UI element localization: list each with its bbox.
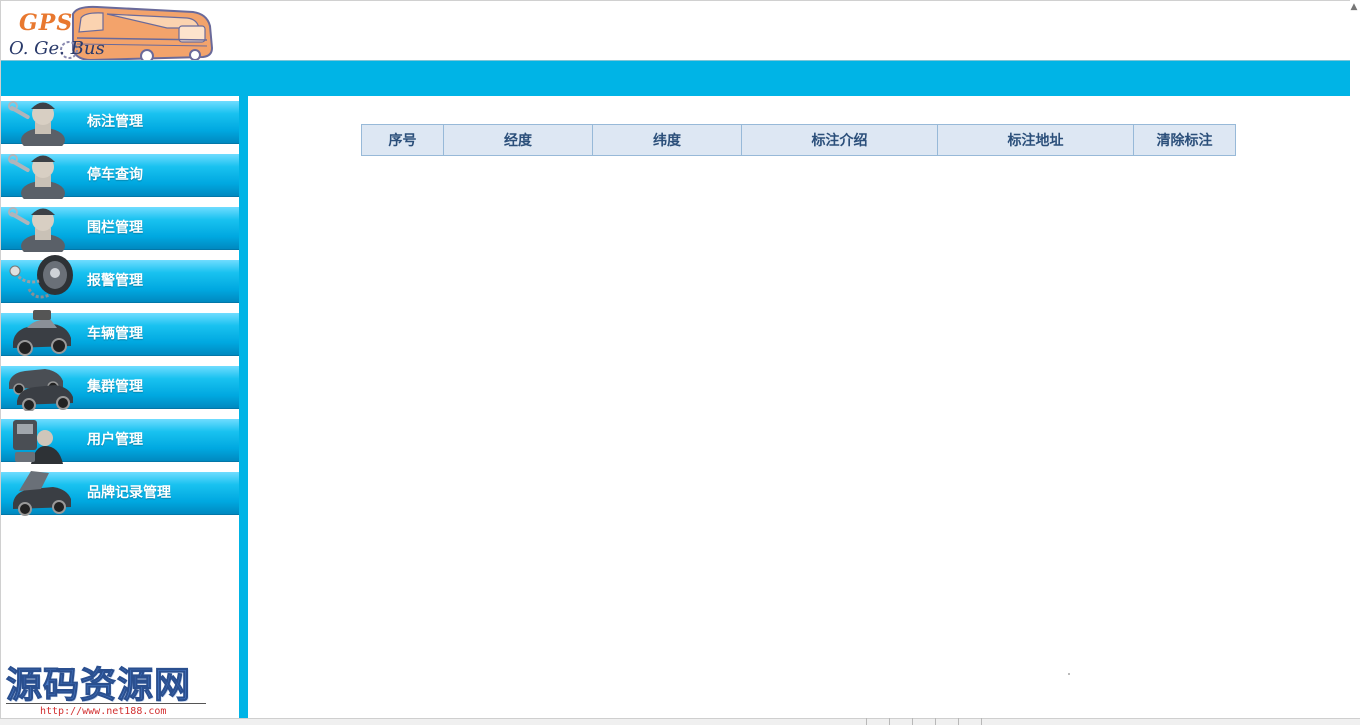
column-header-index: 序号 (361, 124, 444, 156)
page: ▲ GPS O. Ge. Bus 标注管理 停车查询 围栏管理 报警管理 车辆管… (0, 0, 1360, 725)
user-device-icon (5, 414, 77, 464)
sidebar-item-annotation[interactable]: 标注管理 (1, 101, 239, 152)
sidebar-item-label: 停车查询 (87, 167, 143, 183)
status-separator (912, 718, 913, 725)
stray-dot (1068, 673, 1070, 675)
sidebar-divider[interactable] (239, 96, 248, 718)
column-header-address: 标注地址 (937, 124, 1134, 156)
mechanic-icon (5, 202, 77, 258)
watermark-underline (6, 703, 206, 704)
column-header-description: 标注介绍 (741, 124, 938, 156)
logo-gps-text: GPS (19, 10, 74, 36)
watermark: 源码资源网 http://www.net188.com (5, 656, 211, 718)
sidebar-item-label: 标注管理 (87, 114, 143, 130)
sidebar-item-label: 用户管理 (87, 432, 143, 448)
sidebar-item-parking-query[interactable]: 停车查询 (1, 154, 239, 205)
sidebar-item-label: 报警管理 (87, 273, 143, 289)
watermark-url: http://www.net188.com (40, 706, 167, 717)
column-header-longitude: 经度 (443, 124, 593, 156)
alarm-remote-icon (5, 255, 77, 305)
status-separator (981, 718, 982, 725)
scroll-up-arrow-icon[interactable]: ▲ (1350, 2, 1358, 12)
status-separator (958, 718, 959, 725)
car-icon (5, 308, 77, 358)
sidebar-item-cluster[interactable]: 集群管理 (1, 366, 239, 412)
column-header-clear: 清除标注 (1133, 124, 1236, 156)
header-band (1, 60, 1350, 97)
sidebar-item-users[interactable]: 用户管理 (1, 419, 239, 464)
logo: GPS O. Ge. Bus (7, 4, 217, 62)
sidebar-item-brand-record[interactable]: 品牌记录管理 (1, 471, 239, 516)
sidebar-item-vehicle[interactable]: 车辆管理 (1, 310, 239, 356)
column-header-latitude: 纬度 (592, 124, 742, 156)
sidebar-item-fence[interactable]: 围栏管理 (1, 207, 239, 258)
mechanic-icon (5, 149, 77, 205)
sidebar-item-label: 集群管理 (87, 379, 143, 395)
car-open-hood-icon (5, 467, 77, 517)
watermark-title: 源码资源网 (5, 665, 192, 707)
cars-group-icon (5, 361, 77, 412)
status-bar (0, 718, 1360, 725)
header: GPS O. Ge. Bus (1, 1, 1350, 62)
status-separator (866, 718, 867, 725)
table-header-row: 序号 经度 纬度 标注介绍 标注地址 清除标注 (361, 124, 1236, 156)
logo-bus-text: O. Ge. Bus (9, 38, 105, 59)
sidebar-item-alarm[interactable]: 报警管理 (1, 255, 239, 303)
annotation-table: 序号 经度 纬度 标注介绍 标注地址 清除标注 (361, 124, 1236, 156)
sidebar-item-label: 品牌记录管理 (87, 485, 171, 501)
sidebar-item-label: 围栏管理 (87, 220, 143, 236)
mechanic-icon (5, 96, 77, 152)
status-separator (889, 718, 890, 725)
sidebar-item-label: 车辆管理 (87, 326, 143, 342)
main-content: 序号 经度 纬度 标注介绍 标注地址 清除标注 (248, 96, 1350, 718)
status-separator (935, 718, 936, 725)
